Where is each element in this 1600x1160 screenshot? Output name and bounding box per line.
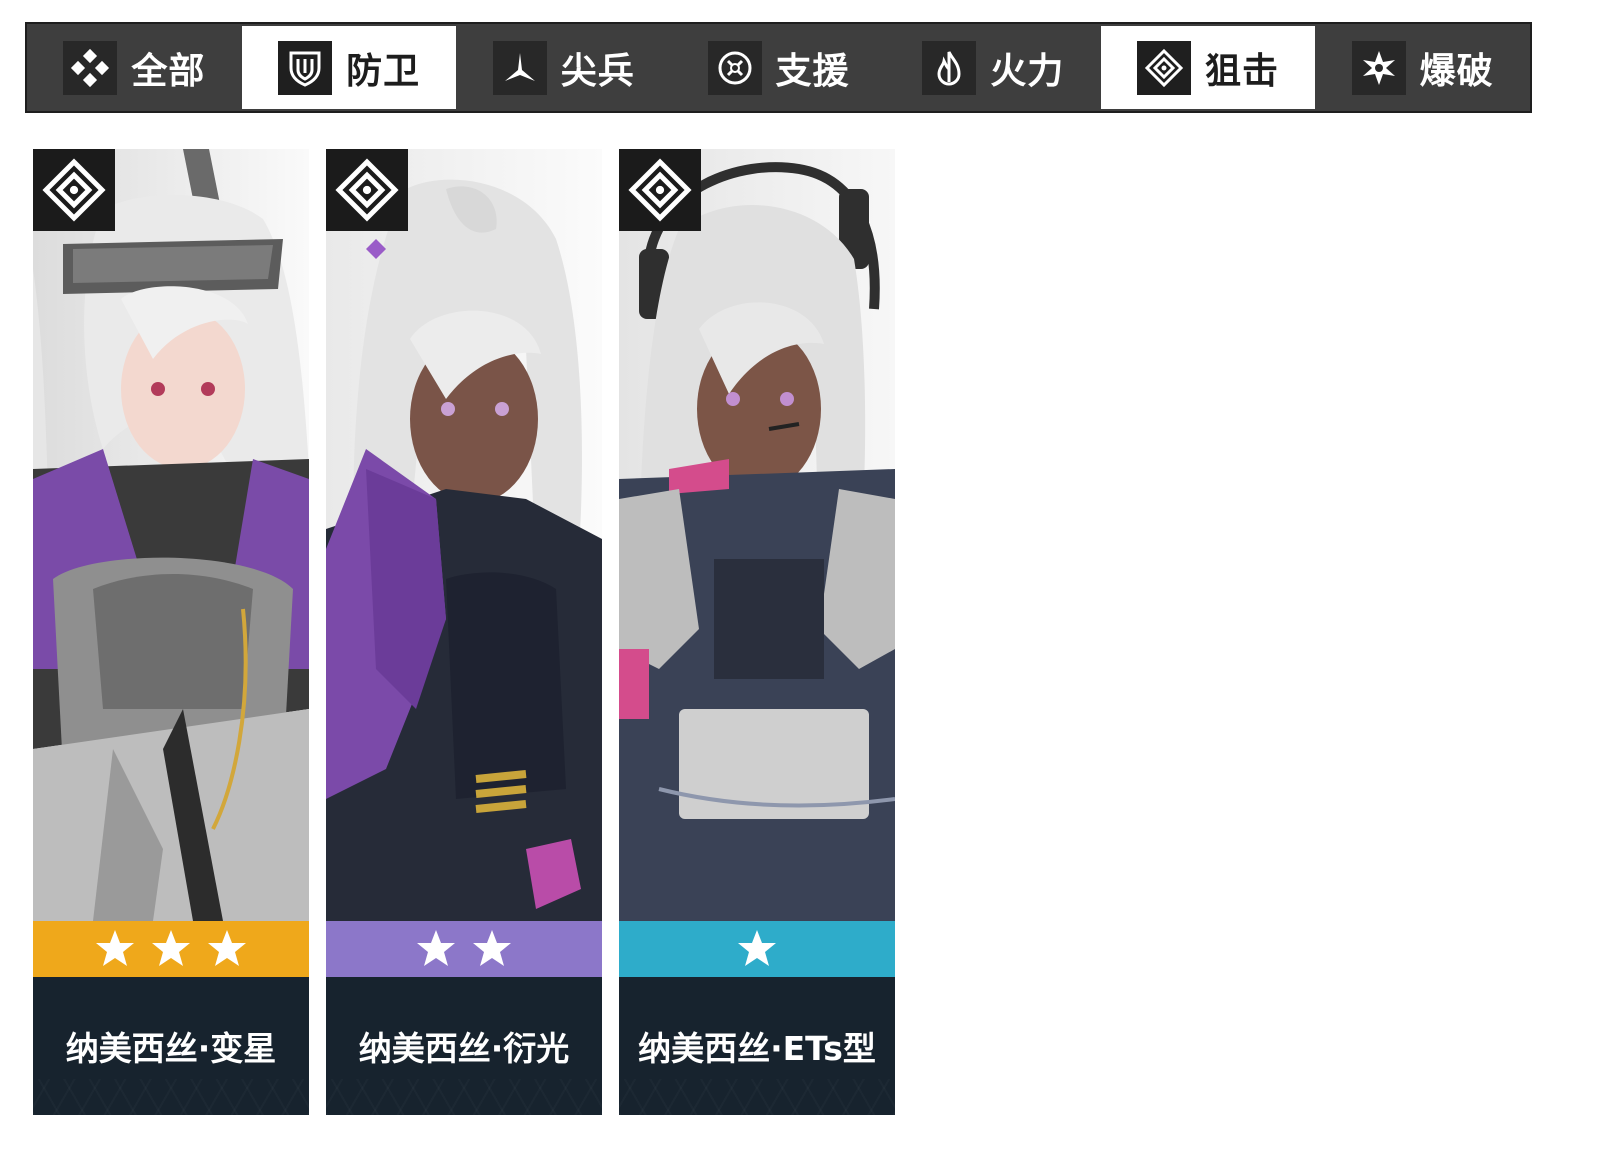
tab-vanguard[interactable]: 尖兵: [456, 24, 671, 111]
tab-firepower[interactable]: 火力: [886, 24, 1101, 111]
tab-demolition[interactable]: 爆破: [1315, 24, 1530, 111]
character-name: 纳美西丝·衍光: [358, 1029, 570, 1068]
tab-label: 尖兵: [560, 50, 635, 92]
tab-label: 爆破: [1419, 50, 1494, 92]
tab-support[interactable]: 支援: [671, 24, 886, 111]
name-plate: 纳美西丝·变星: [33, 977, 309, 1115]
vanguard-icon: [492, 40, 547, 95]
star-icon: [152, 930, 190, 966]
character-card[interactable]: 纳美西丝·ETs型: [619, 149, 895, 1115]
name-plate: 纳美西丝·衍光: [326, 977, 602, 1115]
support-icon: [707, 40, 762, 95]
star-icon: [96, 930, 134, 966]
tab-sniper[interactable]: 狙击: [1100, 24, 1316, 111]
firepower-icon: [922, 40, 977, 95]
character-card-list: 纳美西丝·变星 纳美西丝·衍光 纳美西丝·ETs型: [33, 149, 895, 1115]
tab-label: 全部: [131, 50, 206, 92]
demolition-icon: [1351, 40, 1406, 95]
character-name: 纳美西丝·ETs型: [638, 1029, 876, 1068]
sniper-icon: [326, 149, 408, 231]
tab-label: 狙击: [1204, 50, 1279, 92]
rarity-bar: [619, 921, 895, 977]
sniper-icon: [1136, 40, 1191, 95]
rarity-bar: [326, 921, 602, 977]
all-icon: [63, 40, 118, 95]
star-icon: [417, 930, 455, 966]
character-portrait: [326, 149, 602, 921]
star-icon: [473, 930, 511, 966]
tab-defender[interactable]: 防卫: [241, 24, 457, 111]
sniper-icon: [33, 149, 115, 231]
tab-label: 支援: [775, 50, 850, 92]
tab-label: 防卫: [346, 50, 421, 92]
tab-label: 火力: [990, 50, 1065, 92]
star-icon: [738, 930, 776, 966]
character-roster-page: 全部 防卫 尖兵 支援 火力 狙击 爆破 纳美西丝·变星 纳美西丝·衍光 纳美西…: [0, 0, 1600, 1160]
character-name: 纳美西丝·变星: [65, 1029, 277, 1068]
character-card[interactable]: 纳美西丝·变星: [33, 149, 309, 1115]
class-filter-bar: 全部 防卫 尖兵 支援 火力 狙击 爆破: [25, 22, 1532, 113]
star-icon: [208, 930, 246, 966]
tab-all[interactable]: 全部: [27, 24, 242, 111]
sniper-icon: [619, 149, 701, 231]
defender-icon: [278, 40, 333, 95]
rarity-bar: [33, 921, 309, 977]
character-portrait: [619, 149, 895, 921]
character-card[interactable]: 纳美西丝·衍光: [326, 149, 602, 1115]
character-portrait: [33, 149, 309, 921]
name-plate: 纳美西丝·ETs型: [619, 977, 895, 1115]
